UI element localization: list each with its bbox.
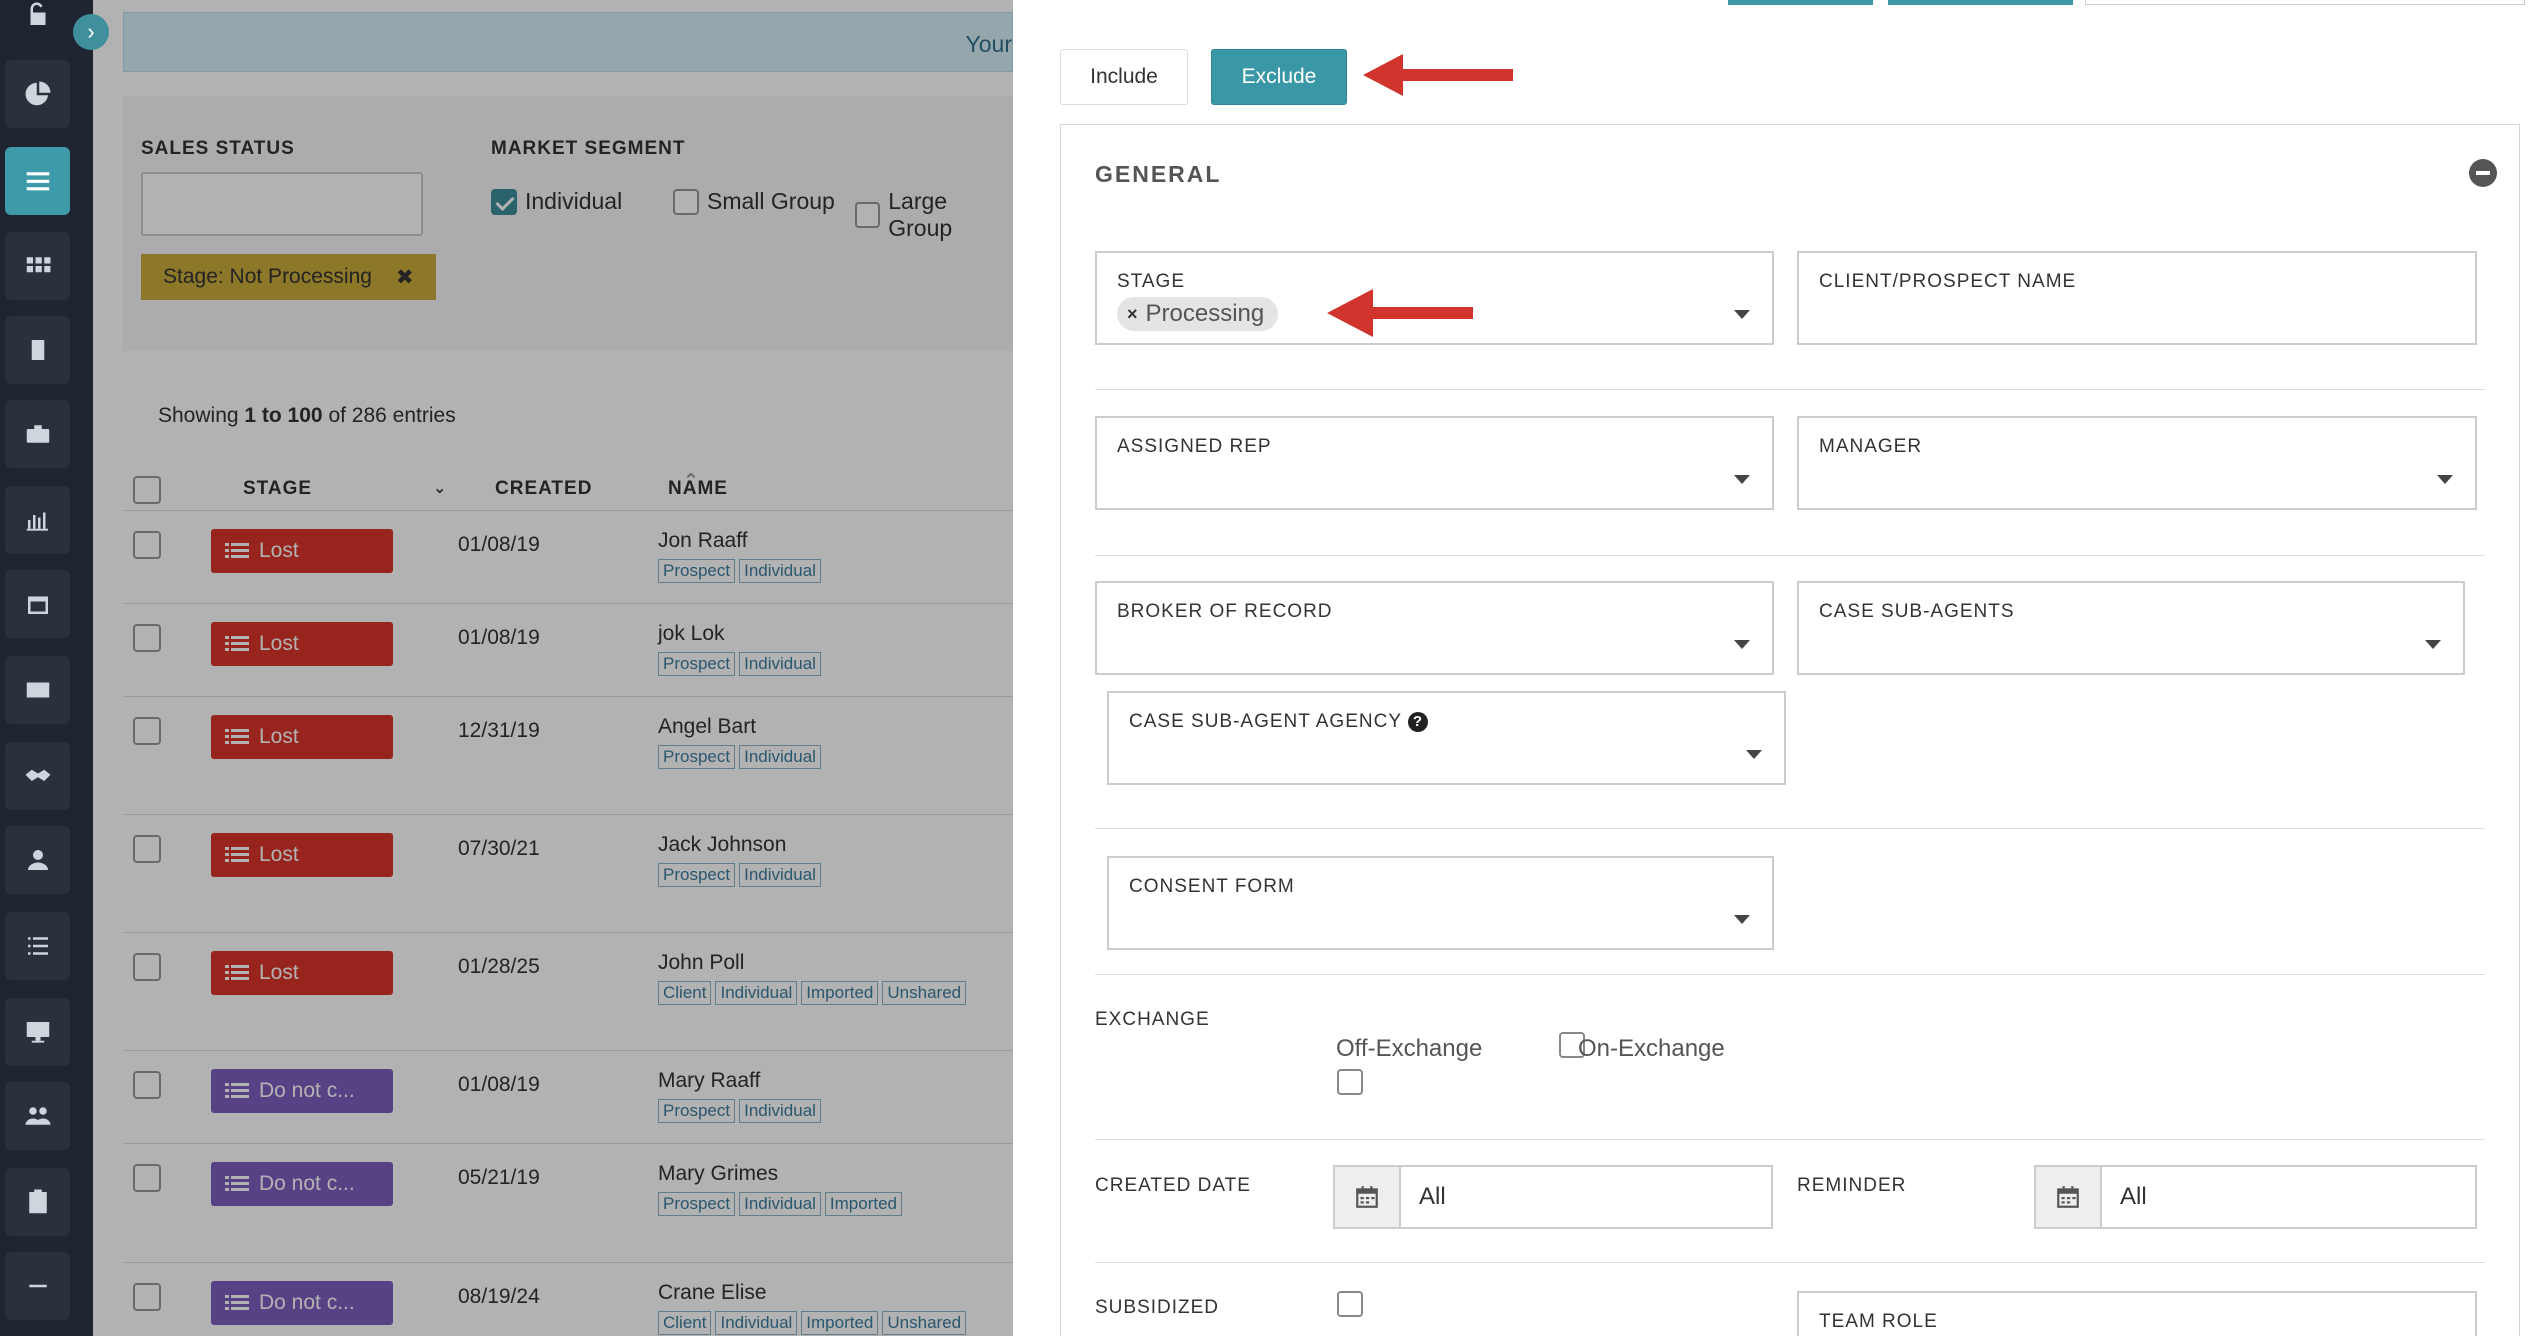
case-sub-agent-agency-label: CASE SUB-AGENT AGENCY? [1129,711,1428,733]
collapse-minus-icon[interactable] [2469,159,2497,187]
help-question-icon[interactable]: ? [1408,711,1428,732]
dropdown-caret-icon[interactable] [2425,640,2441,649]
top-input-edge[interactable] [2085,0,2525,5]
user-icon[interactable] [5,826,70,894]
book-icon[interactable] [5,316,70,384]
remove-x-icon[interactable]: × [1127,304,1138,325]
handshake-icon[interactable] [5,742,70,810]
exclude-button[interactable]: Exclude [1211,49,1347,105]
client-name-label: CLIENT/PROSPECT NAME [1819,271,2077,292]
include-button[interactable]: Include [1060,49,1188,105]
more-icon[interactable] [5,1252,70,1320]
team-role-select[interactable]: TEAM ROLE [1797,1291,2477,1336]
section-title: GENERAL [1095,161,1222,187]
stage-selected-pill[interactable]: × Processing [1117,297,1279,331]
divider [1095,389,2485,390]
calendar-icon[interactable] [2036,1167,2102,1227]
case-sub-agents-select[interactable]: CASE SUB-AGENTS [1797,581,2465,675]
dropdown-caret-icon[interactable] [1734,475,1750,484]
consent-form-select[interactable]: CONSENT FORM [1107,856,1774,950]
dropdown-caret-icon[interactable] [1734,640,1750,649]
briefcase-icon[interactable] [5,400,70,468]
stage-label: STAGE [1117,271,1185,292]
on-exchange-label: On-Exchange [1578,1035,1725,1062]
manager-select[interactable]: MANAGER [1797,416,2477,510]
calendar-icon[interactable] [1335,1167,1401,1227]
broker-label: BROKER OF RECORD [1117,601,1333,622]
monitor-icon[interactable] [5,998,70,1066]
grid-icon[interactable] [5,232,70,300]
broker-select[interactable]: BROKER OF RECORD [1095,581,1774,675]
reminder-date-picker[interactable]: All [2034,1165,2477,1229]
created-date-label: CREATED DATE [1095,1175,1251,1196]
team-role-label: TEAM ROLE [1819,1311,1938,1332]
unlock-icon[interactable] [5,0,70,40]
reminder-value: All [2120,1183,2147,1210]
pill-label: Processing [1145,300,1265,327]
top-button-edge[interactable] [1728,0,1873,5]
case-sub-agent-agency-text: CASE SUB-AGENT AGENCY [1129,711,1402,732]
created-date-picker[interactable]: All [1333,1165,1773,1229]
clipboard-icon[interactable] [5,1168,70,1236]
mail-icon[interactable] [5,656,70,724]
case-sub-agent-agency-select[interactable]: CASE SUB-AGENT AGENCY? [1107,691,1786,785]
top-button-edge[interactable] [1888,0,2073,5]
filter-panel: Include Exclude GENERAL STAGE × Processi… [1013,0,2542,1336]
assigned-rep-select[interactable]: ASSIGNED REP [1095,416,1774,510]
subsidized-label: SUBSIDIZED [1095,1297,1220,1318]
divider [1095,1139,2485,1140]
dropdown-caret-icon[interactable] [1734,310,1750,319]
annotation-arrow-icon [1327,289,1473,337]
exchange-label: EXCHANGE [1095,1009,1210,1030]
backdrop-overlay[interactable] [93,0,1013,1336]
calendar-icon[interactable] [5,570,70,638]
general-section: GENERAL STAGE × Processing CLIENT/PROSPE… [1060,124,2520,1336]
divider [1095,1262,2485,1263]
bar-chart-icon[interactable] [5,486,70,554]
annotation-arrow-icon [1363,54,1513,96]
group-icon[interactable] [5,1082,70,1150]
sidebar-toggle-chevron-icon[interactable]: › [73,14,109,50]
on-exchange-checkbox[interactable] [1337,1069,1363,1095]
divider [1095,974,2485,975]
created-date-value: All [1419,1183,1446,1210]
divider [1095,828,2485,829]
dropdown-caret-icon[interactable] [1734,915,1750,924]
case-sub-agents-label: CASE SUB-AGENTS [1819,601,2015,622]
client-name-field[interactable]: CLIENT/PROSPECT NAME [1797,251,2477,345]
dropdown-caret-icon[interactable] [1746,750,1762,759]
manager-label: MANAGER [1819,436,1923,457]
reminder-label: REMINDER [1797,1175,1907,1196]
app-sidebar [0,0,93,1336]
task-list-icon[interactable] [5,912,70,980]
pie-chart-icon[interactable] [5,60,70,128]
assigned-rep-label: ASSIGNED REP [1117,436,1272,457]
dropdown-caret-icon[interactable] [2437,475,2453,484]
consent-form-label: CONSENT FORM [1129,876,1295,897]
subsidized-checkbox[interactable] [1337,1291,1363,1317]
list-menu-icon[interactable] [5,147,70,215]
off-exchange-label: Off-Exchange [1336,1035,1483,1062]
divider [1095,555,2485,556]
